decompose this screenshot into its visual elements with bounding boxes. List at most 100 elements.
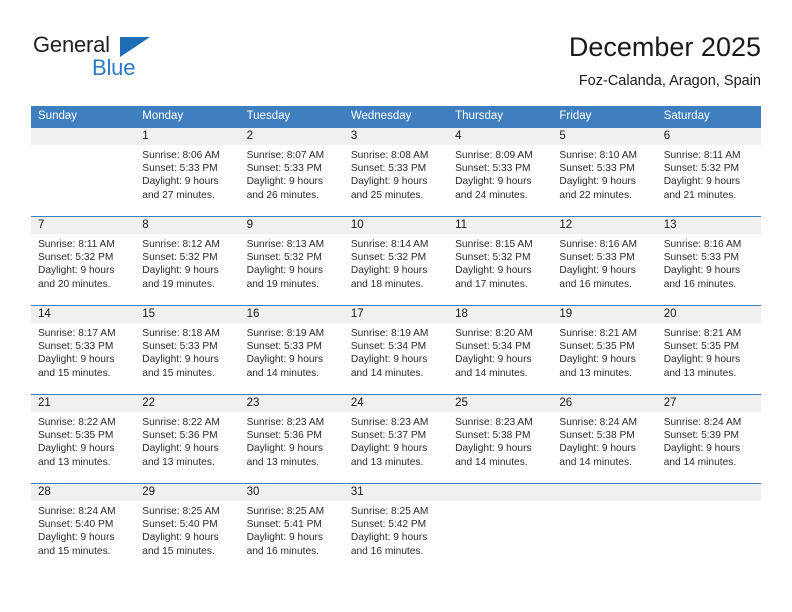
daylight-text-line1: Daylight: 9 hours — [142, 176, 219, 188]
general-blue-logo[interactable]: General Blue — [31, 32, 231, 88]
daylight-text-line1: Daylight: 9 hours — [38, 354, 115, 366]
calendar-week-row: 21 Sunrise: 8:22 AM Sunset: 5:35 PM Dayligh… — [31, 394, 761, 484]
calendar-day-cell[interactable]: 27 Sunrise: 8:24 AM Sunset: 5:39 PM Dayligh… — [656, 394, 761, 484]
calendar-day-cell[interactable]: 12 Sunrise: 8:16 AM Sunset: 5:33 PM Dayligh… — [552, 216, 657, 306]
sunrise-text: Sunrise: 8:25 AM — [350, 506, 429, 517]
daylight-text-line1: Daylight: 9 hours — [350, 443, 428, 455]
sunrise-text: Sunrise: 8:06 AM — [142, 150, 220, 161]
calendar-day-cell[interactable]: 7 Sunrise: 8:11 AM Sunset: 5:32 PM Daylight… — [31, 216, 136, 306]
day-number: 12 — [552, 217, 657, 234]
sunset-text: Sunset: 5:40 PM — [142, 519, 218, 531]
daylight-text-line2: and 21 minutes. — [663, 189, 737, 201]
sunrise-text: Sunrise: 8:24 AM — [38, 506, 116, 517]
day-details: Sunrise: 8:24 AM Sunset: 5:40 PM Daylight:… — [31, 501, 135, 558]
sunset-text: Sunset: 5:34 PM — [455, 341, 531, 353]
sunset-text: Sunset: 5:34 PM — [350, 341, 427, 353]
daylight-text-line2: and 26 minutes. — [246, 189, 320, 201]
sunrise-text: Sunrise: 8:11 AM — [38, 239, 115, 250]
calendar-day-cell[interactable]: 10 Sunrise: 8:14 AM Sunset: 5:32 PM Dayligh… — [343, 216, 449, 306]
calendar-day-cell[interactable]: 15 Sunrise: 8:18 AM Sunset: 5:33 PM Dayligh… — [135, 305, 240, 395]
day-details: Sunrise: 8:20 AM Sunset: 5:34 PM Daylight:… — [448, 323, 552, 380]
daylight-text-line2: and 14 minutes. — [455, 367, 528, 379]
day-details: Sunrise: 8:25 AM Sunset: 5:42 PM Daylight:… — [344, 501, 448, 558]
daylight-text-line2: and 15 minutes. — [38, 545, 111, 557]
daylight-text-line2: and 13 minutes. — [246, 456, 320, 468]
weekday-header-friday: Friday — [552, 106, 657, 128]
sunset-text: Sunset: 5:33 PM — [246, 163, 322, 175]
calendar-day-cell[interactable]: 2 Sunrise: 8:07 AM Sunset: 5:33 PM Daylight… — [239, 127, 344, 217]
calendar-day-cell[interactable]: 1 Sunrise: 8:06 AM Sunset: 5:33 PM Daylight… — [135, 127, 240, 217]
daylight-text-line2: and 15 minutes. — [38, 367, 111, 379]
title-block: December 2025 Foz-Calanda, Aragon, Spain — [241, 28, 761, 92]
daylight-text-line1: Daylight: 9 hours — [350, 176, 428, 188]
calendar-header-row: Sunday Monday Tuesday Wednesday Thursday… — [31, 106, 761, 128]
sunset-text: Sunset: 5:36 PM — [246, 430, 322, 442]
calendar-day-cell[interactable]: 26 Sunrise: 8:24 AM Sunset: 5:38 PM Dayligh… — [552, 394, 657, 484]
sunrise-text: Sunrise: 8:10 AM — [559, 150, 637, 161]
calendar-day-cell[interactable]: 31 Sunrise: 8:25 AM Sunset: 5:42 PM Dayligh… — [343, 483, 449, 573]
calendar-day-cell[interactable]: 13 Sunrise: 8:16 AM Sunset: 5:33 PM Dayligh… — [656, 216, 761, 306]
day-details: Sunrise: 8:17 AM Sunset: 5:33 PM Daylight:… — [31, 323, 135, 380]
calendar-day-cell-empty — [656, 483, 761, 573]
daylight-text-line2: and 27 minutes. — [142, 189, 215, 201]
daylight-text-line2: and 16 minutes. — [246, 545, 320, 557]
calendar-day-cell[interactable]: 9 Sunrise: 8:13 AM Sunset: 5:32 PM Daylight… — [239, 216, 344, 306]
calendar-day-cell[interactable]: 23 Sunrise: 8:23 AM Sunset: 5:36 PM Dayligh… — [239, 394, 344, 484]
sunrise-text: Sunrise: 8:25 AM — [246, 506, 325, 517]
sunset-text: Sunset: 5:33 PM — [142, 163, 218, 175]
daylight-text-line1: Daylight: 9 hours — [246, 354, 324, 366]
calendar-grid: Sunday Monday Tuesday Wednesday Thursday… — [31, 106, 761, 573]
daylight-text-line2: and 14 minutes. — [455, 456, 528, 468]
calendar-day-cell[interactable]: 4 Sunrise: 8:09 AM Sunset: 5:33 PM Daylight… — [448, 127, 553, 217]
calendar-day-cell[interactable]: 6 Sunrise: 8:11 AM Sunset: 5:32 PM Daylight… — [656, 127, 761, 217]
sunrise-text: Sunrise: 8:12 AM — [142, 239, 220, 250]
sunrise-text: Sunrise: 8:08 AM — [350, 150, 429, 161]
calendar-day-cell[interactable]: 21 Sunrise: 8:22 AM Sunset: 5:35 PM Dayligh… — [31, 394, 136, 484]
day-details: Sunrise: 8:25 AM Sunset: 5:40 PM Daylight:… — [135, 501, 239, 558]
calendar-day-cell[interactable]: 19 Sunrise: 8:21 AM Sunset: 5:35 PM Dayligh… — [552, 305, 657, 395]
calendar-day-cell[interactable]: 25 Sunrise: 8:23 AM Sunset: 5:38 PM Dayligh… — [448, 394, 553, 484]
calendar-day-cell[interactable]: 5 Sunrise: 8:10 AM Sunset: 5:33 PM Daylight… — [552, 127, 657, 217]
calendar-day-cell[interactable]: 3 Sunrise: 8:08 AM Sunset: 5:33 PM Daylight… — [343, 127, 449, 217]
calendar-day-cell[interactable]: 11 Sunrise: 8:15 AM Sunset: 5:32 PM Dayligh… — [448, 216, 553, 306]
logo-triangle-icon — [120, 37, 150, 57]
calendar-day-cell[interactable]: 17 Sunrise: 8:19 AM Sunset: 5:34 PM Dayligh… — [343, 305, 449, 395]
day-details: Sunrise: 8:13 AM Sunset: 5:32 PM Daylight:… — [240, 234, 344, 291]
day-details: Sunrise: 8:14 AM Sunset: 5:32 PM Daylight:… — [344, 234, 448, 291]
calendar-day-cell[interactable]: 29 Sunrise: 8:25 AM Sunset: 5:40 PM Dayligh… — [135, 483, 240, 573]
weekday-header-thursday: Thursday — [448, 106, 553, 128]
calendar-week-row: 14 Sunrise: 8:17 AM Sunset: 5:33 PM Dayligh… — [31, 305, 761, 395]
sunrise-text: Sunrise: 8:16 AM — [663, 239, 742, 250]
sunrise-text: Sunrise: 8:18 AM — [142, 328, 220, 339]
calendar-day-cell[interactable]: 16 Sunrise: 8:19 AM Sunset: 5:33 PM Dayligh… — [239, 305, 344, 395]
calendar-day-cell[interactable]: 28 Sunrise: 8:24 AM Sunset: 5:40 PM Dayligh… — [31, 483, 136, 573]
calendar-day-cell[interactable]: 30 Sunrise: 8:25 AM Sunset: 5:41 PM Dayligh… — [239, 483, 344, 573]
sunrise-text: Sunrise: 8:22 AM — [142, 417, 220, 428]
calendar-day-cell[interactable]: 22 Sunrise: 8:22 AM Sunset: 5:36 PM Dayligh… — [135, 394, 240, 484]
daylight-text-line1: Daylight: 9 hours — [559, 265, 636, 277]
sunset-text: Sunset: 5:36 PM — [142, 430, 218, 442]
day-number: 24 — [343, 395, 449, 412]
sunrise-text: Sunrise: 8:23 AM — [350, 417, 429, 428]
day-details: Sunrise: 8:16 AM Sunset: 5:33 PM Daylight:… — [657, 234, 761, 291]
calendar-day-cell[interactable]: 8 Sunrise: 8:12 AM Sunset: 5:32 PM Daylight… — [135, 216, 240, 306]
day-details: Sunrise: 8:08 AM Sunset: 5:33 PM Daylight:… — [344, 145, 448, 202]
day-details: Sunrise: 8:09 AM Sunset: 5:33 PM Daylight:… — [448, 145, 552, 202]
calendar-day-cell[interactable]: 24 Sunrise: 8:23 AM Sunset: 5:37 PM Dayligh… — [343, 394, 449, 484]
day-number: 10 — [343, 217, 449, 234]
calendar-day-cell[interactable]: 20 Sunrise: 8:21 AM Sunset: 5:35 PM Dayligh… — [656, 305, 761, 395]
daylight-text-line2: and 25 minutes. — [350, 189, 424, 201]
daylight-text-line2: and 13 minutes. — [663, 367, 737, 379]
calendar-day-cell[interactable]: 18 Sunrise: 8:20 AM Sunset: 5:34 PM Dayligh… — [448, 305, 553, 395]
sunrise-text: Sunrise: 8:23 AM — [455, 417, 533, 428]
calendar-day-cell-empty — [552, 483, 657, 573]
sunset-text: Sunset: 5:35 PM — [663, 341, 740, 353]
day-number: 31 — [343, 484, 449, 501]
calendar-day-cell[interactable]: 14 Sunrise: 8:17 AM Sunset: 5:33 PM Dayligh… — [31, 305, 136, 395]
day-number: 2 — [239, 128, 344, 145]
day-details: Sunrise: 8:18 AM Sunset: 5:33 PM Daylight:… — [135, 323, 239, 380]
sunset-text: Sunset: 5:32 PM — [455, 252, 531, 264]
day-number: 11 — [448, 217, 553, 234]
daylight-text-line1: Daylight: 9 hours — [455, 176, 532, 188]
sunrise-text: Sunrise: 8:22 AM — [38, 417, 116, 428]
